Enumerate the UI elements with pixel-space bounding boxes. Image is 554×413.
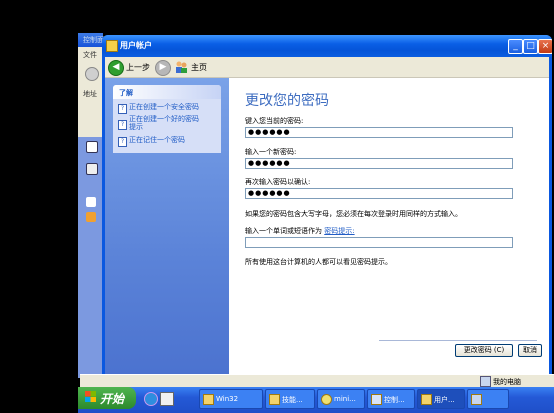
home-users-icon[interactable]: [175, 61, 188, 73]
change-password-button[interactable]: 更改密码 (C): [455, 344, 513, 357]
taskbar-item-skills[interactable]: 技能...: [265, 389, 315, 409]
taskbar: 开始 Win32 技能... mini... 控制... 用户...: [78, 387, 554, 413]
window-icon: [471, 394, 482, 405]
taskbar-item-label: 用户...: [434, 396, 455, 404]
status-location: 我的电脑: [493, 378, 521, 386]
taskbar-item-label: Win32: [216, 395, 239, 403]
toolbar: ◀ 上一步 ▶ 主页: [105, 57, 549, 78]
password-hint-link[interactable]: 密码提示:: [324, 227, 354, 235]
taskbar-item-label: mini...: [334, 395, 356, 403]
folder-icon: [86, 212, 96, 222]
background-window-titlebar[interactable]: 控制面板: [78, 33, 111, 47]
info-icon: [86, 197, 96, 207]
taskbar-item-user-accounts[interactable]: 用户...: [417, 389, 465, 409]
taskbar-item-mini[interactable]: mini...: [317, 389, 365, 409]
learn-about-header[interactable]: 了解: [113, 85, 221, 99]
help-link-label[interactable]: 正在创建一个安全密码: [129, 103, 221, 111]
app-icon: [321, 394, 332, 405]
confirm-password-input[interactable]: ●●●●●●: [245, 188, 513, 199]
background-window-address-label: 地址: [83, 90, 97, 98]
show-desktop-icon[interactable]: [160, 392, 174, 406]
folder-icon: [269, 394, 280, 405]
help-question-icon: ?: [118, 120, 127, 130]
confirm-password-label: 再次输入密码以确认:: [245, 178, 311, 186]
user-accounts-window: 用户帐户 _ □ × ◀ 上一步 ▶ 主页 了解 ? 正在创建一个安全密码 ? …: [102, 35, 552, 378]
minimize-button[interactable]: _: [508, 39, 523, 54]
taskbar-item-control-panel[interactable]: 控制...: [367, 389, 415, 409]
taskbar-item-win32[interactable]: Win32: [199, 389, 263, 409]
background-back-button[interactable]: [85, 67, 99, 81]
user-accounts-icon: [106, 40, 118, 52]
title-bar[interactable]: 用户帐户 _ □ ×: [102, 35, 552, 57]
case-sensitivity-note: 如果您的密码包含大写字母，您必须在每次登录时用同样的方式输入。: [245, 210, 462, 218]
check-icon: [86, 141, 98, 153]
back-arrow-icon[interactable]: ◀: [108, 60, 124, 76]
background-window-menu-file[interactable]: 文件: [83, 50, 97, 60]
new-password-label: 输入一个新密码:: [245, 148, 297, 156]
forward-arrow-icon[interactable]: ▶: [155, 60, 171, 76]
control-panel-icon: [371, 394, 382, 405]
button-separator: [379, 340, 537, 341]
new-password-input[interactable]: ●●●●●●: [245, 158, 513, 169]
windows-logo-icon: [85, 391, 96, 402]
taskbar-item-label: 技能...: [282, 396, 303, 404]
background-window: 控制面板 文件 地址: [78, 33, 111, 378]
background-window-sidebar: [78, 137, 103, 378]
cancel-button[interactable]: 取消: [518, 344, 542, 357]
password-hint-prefix: 输入一个单词或短语作为: [245, 227, 322, 235]
internet-explorer-icon[interactable]: [144, 392, 158, 406]
folder-icon: [203, 394, 214, 405]
status-bar: 我的电脑: [80, 374, 554, 388]
help-link-label[interactable]: 正在创建一个好的密码提示: [129, 115, 199, 131]
help-link-label[interactable]: 正在记住一个密码: [129, 136, 221, 144]
user-accounts-icon: [421, 394, 432, 405]
password-hint-input[interactable]: [245, 237, 513, 248]
maximize-button[interactable]: □: [523, 39, 538, 54]
start-button[interactable]: 开始: [78, 387, 136, 409]
home-button-label[interactable]: 主页: [191, 62, 207, 73]
current-password-input[interactable]: ●●●●●●: [245, 127, 513, 138]
page-title: 更改您的密码: [245, 93, 329, 109]
hint-visibility-note: 所有使用这台计算机的人都可以看见密码提示。: [245, 258, 392, 266]
change-password-form: 更改您的密码 键入您当前的密码: ●●●●●● 输入一个新密码: ●●●●●● …: [229, 78, 549, 378]
help-question-icon: ?: [118, 104, 127, 114]
taskbar-item-label: 控制...: [384, 396, 405, 404]
back-button-label[interactable]: 上一步: [126, 62, 150, 73]
client-area: 了解 ? 正在创建一个安全密码 ? 正在创建一个好的密码提示 ? 正在记住一个密…: [105, 78, 549, 378]
current-password-label: 键入您当前的密码:: [245, 117, 304, 125]
document-icon: [86, 163, 98, 175]
close-button[interactable]: ×: [538, 39, 552, 54]
start-label: 开始: [100, 392, 125, 406]
my-computer-icon: [480, 376, 491, 387]
help-question-icon: ?: [118, 137, 127, 147]
window-title: 用户帐户: [120, 41, 152, 50]
learn-about-title: 了解: [119, 89, 133, 97]
learn-about-box: 了解 ? 正在创建一个安全密码 ? 正在创建一个好的密码提示 ? 正在记住一个密…: [113, 85, 221, 153]
taskbar-item-extra[interactable]: [467, 389, 509, 409]
task-pane: 了解 ? 正在创建一个安全密码 ? 正在创建一个好的密码提示 ? 正在记住一个密…: [105, 78, 229, 378]
password-hint-label: 输入一个单词或短语作为 密码提示:: [245, 226, 355, 236]
